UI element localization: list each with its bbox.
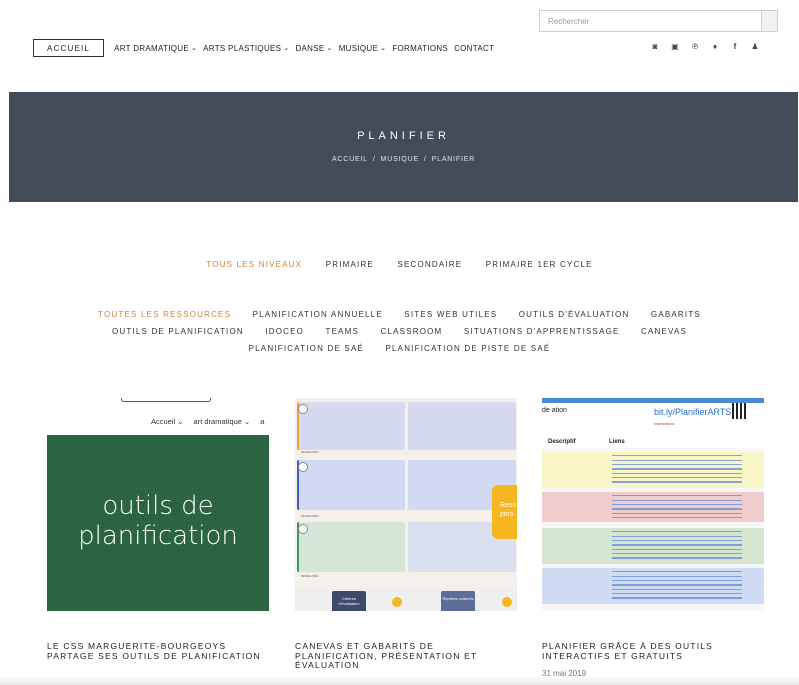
search-bar <box>539 10 778 32</box>
post-thumbnail[interactable]: de ation bit.ly/PlanifierARTS Instructio… <box>542 398 764 611</box>
user-icon[interactable]: ♟ <box>750 42 760 51</box>
post-card: Accueil ⌄ art dramatique ⌄ a outils de pla… <box>47 398 269 661</box>
thumb-row: MODALITÉS : <box>295 402 517 454</box>
breadcrumb-current: PLANIFIER <box>431 156 476 163</box>
thumb-bubble: Ress pers <box>492 485 517 539</box>
filter-classroom[interactable]: CLASSROOM <box>381 323 443 340</box>
filter-planification-de-piste-de-sae[interactable]: PLANIFICATION DE PISTE DE SAÉ <box>385 340 550 357</box>
filter-gabarits[interactable]: GABARITS <box>651 306 701 323</box>
filter-tous-les-niveaux[interactable]: TOUS LES NIVEAUX <box>206 260 302 269</box>
nav-item-contact[interactable]: CONTACT <box>454 44 494 53</box>
thumb-footer <box>295 588 517 611</box>
level-filters: TOUS LES NIVEAUX PRIMAIRE SECONDAIRE PRI… <box>0 260 799 269</box>
thumb-sheet-block <box>542 452 764 488</box>
chevron-down-icon: ⌄ <box>380 45 387 52</box>
thumb-row: MODALITÉS : <box>295 460 517 518</box>
filter-planification-annuelle[interactable]: PLANIFICATION ANNUELLE <box>253 306 383 323</box>
search-input[interactable] <box>539 10 762 32</box>
chevron-down-icon: ⌄ <box>283 45 290 52</box>
filter-primaire[interactable]: PRIMAIRE <box>326 260 374 269</box>
breadcrumb-accueil[interactable]: ACCUEIL <box>332 156 368 163</box>
thumb-row: MODALITÉS : <box>295 522 517 578</box>
facebook-icon[interactable]: f <box>730 42 740 51</box>
post-title[interactable]: LE CSS MARGUERITE-BOURGEOYS PARTAGE SES … <box>47 641 269 661</box>
filter-idoceo[interactable]: IDOCEO <box>265 323 304 340</box>
thumb-sheet-block <box>542 528 764 564</box>
main-nav: ACCUEIL ART DRAMATIQUE ⌄ ARTS PLASTIQUES ⌄… <box>33 38 500 58</box>
pinterest-icon[interactable]: ℗ <box>690 42 700 51</box>
filter-canevas[interactable]: CANEVAS <box>641 323 687 340</box>
breadcrumb-separator: / <box>423 156 427 163</box>
filter-sites-web-utiles[interactable]: SITES WEB UTILES <box>404 306 497 323</box>
post-card: de ation bit.ly/PlanifierARTS Instructio… <box>542 398 764 678</box>
filter-toutes-les-ressources[interactable]: TOUTES LES RESSOURCES <box>98 306 231 323</box>
youtube-icon[interactable]: ▣ <box>670 42 680 51</box>
post-card: MODALITÉS : MODALITÉS : MODALITÉS : Ress… <box>295 398 517 671</box>
filter-secondaire[interactable]: SECONDAIRE <box>397 260 462 269</box>
thumb-sheet-block <box>542 568 764 604</box>
thumb-menu: Accueil ⌄ art dramatique ⌄ a <box>151 417 265 426</box>
search-button[interactable] <box>762 10 778 32</box>
filter-primaire-1er-cycle[interactable]: PRIMAIRE 1ER CYCLE <box>486 260 593 269</box>
chevron-down-icon: ⌄ <box>326 45 333 52</box>
filter-outils-evaluation[interactable]: OUTILS D'ÉVALUATION <box>519 306 630 323</box>
instagram-icon[interactable]: ◙ <box>650 42 660 51</box>
social-links: ◙ ▣ ℗ ♦ f ♟ <box>650 42 760 51</box>
thumb-header: de ation bit.ly/PlanifierARTS Instructio… <box>542 403 764 448</box>
breadcrumb-separator: / <box>372 156 376 163</box>
nav-item-formations[interactable]: FORMATIONS <box>392 44 448 53</box>
qr-code-icon <box>732 403 748 419</box>
thumb-text: outils de planification <box>78 491 238 551</box>
filter-situations-apprentissage[interactable]: SITUATIONS D'APPRENTISSAGE <box>464 323 620 340</box>
breadcrumb-musique[interactable]: MUSIQUE <box>381 156 419 163</box>
filter-planification-de-sae[interactable]: PLANIFICATION DE SAÉ <box>249 340 364 357</box>
filter-outils-de-planification[interactable]: OUTILS DE PLANIFICATION <box>112 323 244 340</box>
bottom-fade <box>0 675 799 685</box>
resource-filters: TOUTES LES RESSOURCES PLANIFICATION ANNU… <box>40 306 759 357</box>
post-title[interactable]: PLANIFIER GRÂCE À DES OUTILS INTERACTIFS… <box>542 641 764 661</box>
nav-item-danse[interactable]: DANSE ⌄ <box>295 44 332 53</box>
nav-item-accueil[interactable]: ACCUEIL <box>33 39 105 57</box>
post-thumbnail[interactable]: MODALITÉS : MODALITÉS : MODALITÉS : Ress… <box>295 398 517 611</box>
nav-item-musique[interactable]: MUSIQUE ⌄ <box>339 44 387 53</box>
chevron-down-icon: ⌄ <box>190 45 198 52</box>
nav-item-art-dramatique[interactable]: ART DRAMATIQUE ⌄ <box>114 44 197 53</box>
breadcrumb: ACCUEIL / MUSIQUE / PLANIFIER <box>9 156 798 163</box>
filter-teams[interactable]: TEAMS <box>326 323 360 340</box>
thumb-search-box-shape <box>121 398 211 402</box>
thumb-sheet-block <box>542 492 764 522</box>
post-title[interactable]: CANEVAS ET GABARITS DE PLANIFICATION, PR… <box>295 641 517 671</box>
page-hero: PLANIFIER ACCUEIL / MUSIQUE / PLANIFIER <box>9 92 798 202</box>
page-title: PLANIFIER <box>357 130 450 142</box>
post-thumbnail[interactable]: Accueil ⌄ art dramatique ⌄ a outils de pla… <box>47 398 269 611</box>
nav-item-arts-plastiques[interactable]: ARTS PLASTIQUES ⌄ <box>203 44 289 53</box>
twitter-icon[interactable]: ♦ <box>710 42 720 51</box>
